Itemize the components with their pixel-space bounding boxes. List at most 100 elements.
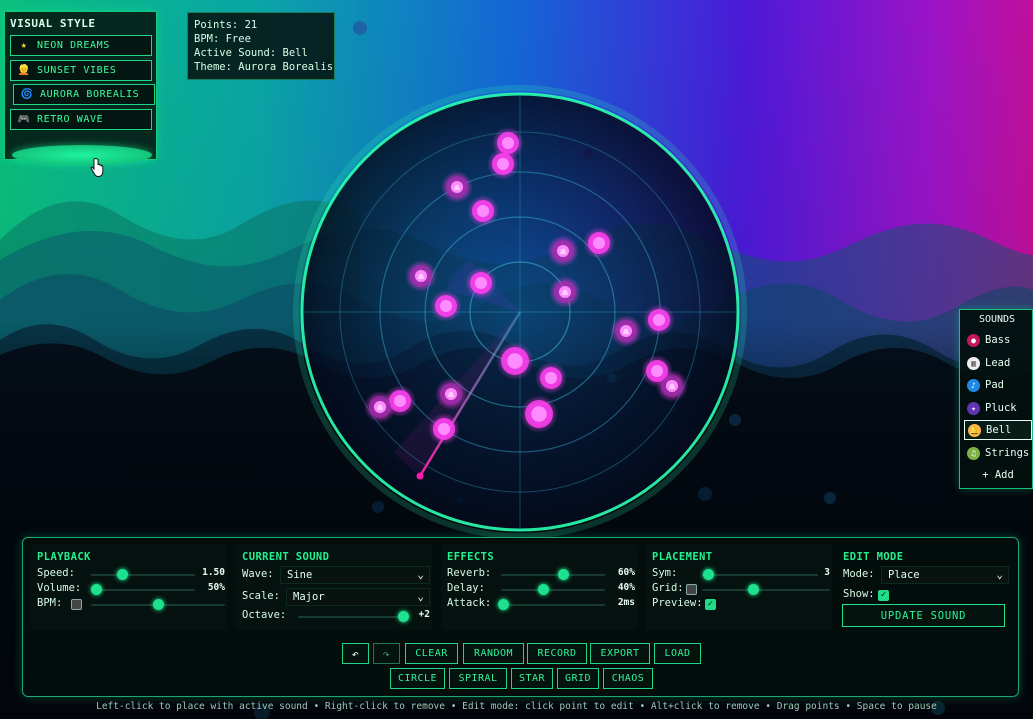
bass-icon: ●: [967, 333, 980, 347]
edit-mode-title: EDIT MODE: [843, 551, 904, 563]
gamepad-icon: 🎮: [17, 114, 31, 125]
speed-slider-thumb[interactable]: [117, 569, 129, 580]
star-pattern-button[interactable]: STAR: [511, 668, 553, 689]
sound-point[interactable]: [405, 260, 437, 292]
attack-label: Attack:: [447, 597, 492, 609]
sound-point[interactable]: [435, 378, 467, 410]
circle-pattern-button[interactable]: CIRCLE: [390, 668, 445, 689]
clear-button[interactable]: CLEAR: [405, 643, 458, 664]
theme-readout: Theme: Aurora Borealis: [194, 61, 334, 73]
grid-slider-thumb[interactable]: [748, 584, 760, 595]
style-sunset-vibes-button[interactable]: 👱 SUNSET VIBES: [10, 60, 152, 81]
show-label: Show:: [843, 588, 875, 600]
grid-slider[interactable]: [702, 584, 830, 595]
load-button[interactable]: LOAD: [654, 643, 701, 664]
style-aurora-borealis-button[interactable]: 🌀 AURORA BOREALIS: [13, 84, 155, 105]
sound-point[interactable]: [467, 195, 499, 227]
export-button[interactable]: EXPORT: [590, 643, 650, 664]
sound-label: Pluck: [985, 402, 1017, 414]
speed-slider[interactable]: [91, 569, 195, 580]
volume-slider-thumb[interactable]: [91, 584, 103, 595]
sound-point[interactable]: [583, 227, 615, 259]
sound-point[interactable]: [364, 391, 396, 423]
preview-checkbox[interactable]: ✓: [705, 599, 716, 610]
sound-point[interactable]: [496, 342, 534, 380]
sound-item-bell[interactable]: 🔔 Bell: [964, 420, 1032, 440]
control-panel: PLAYBACK Speed: 1.50 Volume: 50% BPM: CU…: [22, 537, 1019, 697]
add-sound-button[interactable]: + Add: [964, 465, 1032, 485]
visual-style-panel: VISUAL STYLE ★ NEON DREAMS 👱 SUNSET VIBE…: [4, 11, 157, 177]
sound-item-lead[interactable]: ▥ Lead: [964, 353, 1032, 373]
sound-point[interactable]: [610, 315, 642, 347]
sound-item-strings[interactable]: ♫ Strings: [964, 443, 1032, 463]
spiral-pattern-button[interactable]: SPIRAL: [449, 668, 507, 689]
chaos-pattern-button[interactable]: CHAOS: [603, 668, 653, 689]
scale-select[interactable]: Major ⌄: [286, 588, 430, 606]
grid-checkbox[interactable]: [686, 584, 697, 595]
record-button[interactable]: RECORD: [527, 643, 587, 664]
random-button[interactable]: RANDOM: [463, 643, 524, 664]
symmetry-slider-thumb[interactable]: [702, 569, 714, 580]
points-count: Points: 21: [194, 19, 258, 31]
sound-point[interactable]: [465, 267, 497, 299]
sound-point[interactable]: [535, 362, 567, 394]
sound-point[interactable]: [430, 290, 462, 322]
sound-point[interactable]: [441, 171, 473, 203]
sound-point[interactable]: [428, 413, 460, 445]
octave-slider[interactable]: [298, 611, 409, 622]
sound-point[interactable]: [549, 276, 581, 308]
sound-label: Bell: [986, 424, 1012, 436]
sound-point[interactable]: [520, 395, 558, 433]
style-label: AURORA BOREALIS: [40, 89, 140, 100]
visual-style-title: VISUAL STYLE: [10, 17, 96, 30]
reverb-slider-thumb[interactable]: [558, 569, 570, 580]
playback-title: PLAYBACK: [37, 551, 91, 563]
mode-select[interactable]: Place ⌄: [881, 566, 1009, 584]
effects-title: EFFECTS: [447, 551, 495, 563]
speed-label: Speed:: [37, 567, 75, 579]
reverb-slider[interactable]: [501, 569, 605, 580]
strings-icon: ♫: [967, 446, 980, 460]
volume-value: 50%: [207, 582, 225, 593]
placement-title: PLACEMENT: [652, 551, 713, 563]
volume-slider[interactable]: [91, 584, 195, 595]
radar-disc[interactable]: [293, 85, 747, 539]
delay-label: Delay:: [447, 582, 485, 594]
grid-label: Grid:: [652, 582, 684, 594]
symmetry-slider[interactable]: [702, 569, 818, 580]
wave-select[interactable]: Sine ⌄: [280, 566, 430, 584]
delay-slider[interactable]: [501, 584, 605, 595]
style-retro-wave-button[interactable]: 🎮 RETRO WAVE: [10, 109, 152, 130]
sound-item-pluck[interactable]: ✦ Pluck: [964, 398, 1032, 418]
sound-point[interactable]: [656, 370, 688, 402]
mode-value: Place: [888, 569, 920, 581]
grid-pattern-button[interactable]: GRID: [557, 668, 599, 689]
undo-button[interactable]: ↶: [342, 643, 369, 664]
sound-point[interactable]: [547, 235, 579, 267]
bpm-checkbox[interactable]: [71, 599, 82, 610]
chevron-down-icon: ⌄: [417, 568, 424, 581]
attack-value: 2ms: [617, 597, 635, 608]
style-neon-dreams-button[interactable]: ★ NEON DREAMS: [10, 35, 152, 56]
sound-item-pad[interactable]: ♪ Pad: [964, 375, 1032, 395]
bpm-slider-thumb[interactable]: [153, 599, 164, 610]
sound-point[interactable]: [643, 304, 675, 336]
preview-label: Preview:: [652, 597, 703, 609]
sound-item-bass[interactable]: ● Bass: [964, 330, 1032, 350]
piano-icon: ▥: [967, 356, 980, 370]
attack-slider-thumb[interactable]: [498, 599, 510, 610]
delay-slider-thumb[interactable]: [537, 584, 549, 595]
reverb-label: Reverb:: [447, 567, 492, 579]
scale-label: Scale:: [242, 590, 280, 602]
reverb-value: 60%: [617, 567, 635, 578]
sound-point[interactable]: [487, 148, 519, 180]
redo-button[interactable]: ↷: [373, 643, 400, 664]
attack-slider[interactable]: [498, 599, 605, 610]
bpm-slider[interactable]: [91, 599, 225, 610]
bpm-label: BPM:: [37, 597, 63, 609]
redo-icon: ↷: [382, 646, 391, 661]
update-sound-button[interactable]: UPDATE SOUND: [842, 604, 1005, 627]
current-sound-title: CURRENT SOUND: [242, 551, 330, 563]
style-slider-pill[interactable]: [12, 145, 152, 165]
show-checkbox[interactable]: ✓: [878, 590, 889, 601]
